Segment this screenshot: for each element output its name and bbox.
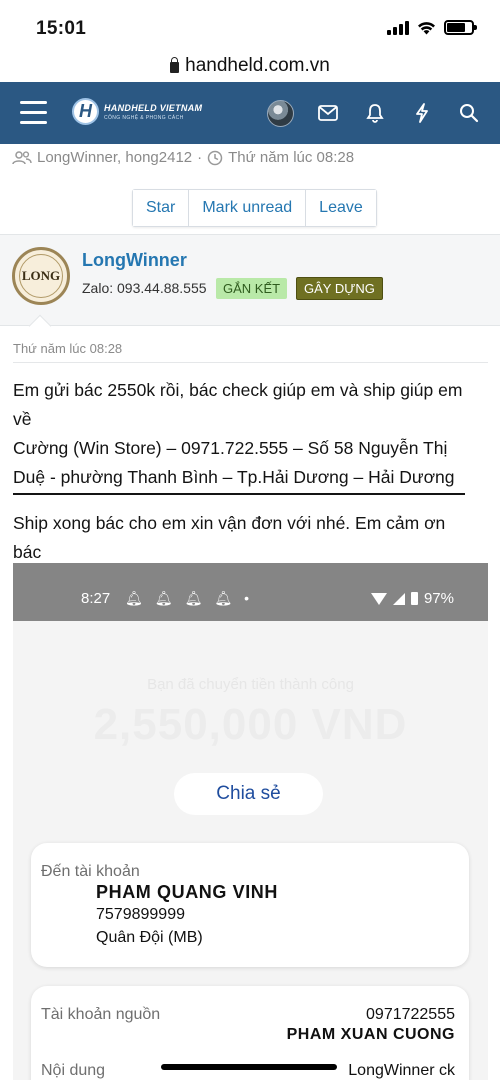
lock-icon [170, 57, 180, 73]
participants[interactable]: LongWinner, hong2412 [37, 149, 192, 166]
notification-icons: 🔔︎ 🔔︎ 🔔︎ 🔔︎ • [125, 590, 249, 607]
transfer-success-text: Bạn đã chuyển tiền thành công [147, 676, 354, 693]
bell-icon: 🔔︎ [184, 590, 203, 606]
avatar [266, 99, 294, 127]
embedded-status-icons: 97% [370, 590, 454, 607]
avatar-logo-text: LONG [21, 268, 61, 283]
users-icon [12, 150, 32, 164]
wifi-icon [418, 21, 435, 34]
message-user-info: LONG LongWinner Zalo: 093.44.88.555 GẮN … [0, 234, 500, 326]
clock-icon [207, 150, 223, 165]
account-avatar[interactable] [257, 82, 303, 144]
message-line: Duệ - phường Thanh Bình – Tp.Hải Dương –… [13, 467, 455, 487]
conversation-header: LongWinner, hong2412 · Thứ năm lúc 08:28… [0, 144, 500, 234]
site-logo[interactable]: H HANDHELD VIETNAM CÔNG NGHỆ & PHONG CÁC… [72, 98, 202, 125]
bell-icon[interactable] [352, 82, 398, 144]
bolt-icon[interactable] [399, 82, 445, 144]
horizontal-rule [13, 493, 465, 495]
signal-icon [392, 592, 405, 605]
bell-icon: 🔔︎ [125, 590, 143, 606]
logo-title: HANDHELD VIETNAM [104, 102, 203, 113]
message-line: Cường (Win Store) – 0971.722.555 – Số 58… [13, 438, 448, 458]
user-avatar[interactable]: LONG [12, 247, 70, 305]
message-date[interactable]: Thứ năm lúc 08:28 [13, 341, 122, 356]
from-account-label: Tài khoản nguồn [41, 1006, 161, 1023]
message-body-2: Ship xong bác cho em xin vận đơn với nhé… [13, 509, 493, 567]
embedded-battery: 97% [423, 590, 454, 607]
embedded-time: 8:27 [81, 590, 111, 607]
divider [13, 362, 488, 363]
user-title: Zalo: 093.44.88.555 [82, 280, 207, 296]
message-body: Em gửi bác 2550k rồi, bác check giúp em … [13, 376, 493, 492]
battery-icon [444, 20, 477, 35]
mark-unread-button[interactable]: Mark unread [188, 190, 306, 226]
to-account-label: Đến tài khoản [41, 863, 140, 880]
meta-separator: · [197, 149, 203, 166]
bell-icon: 🔔︎ [154, 590, 173, 606]
menu-icon[interactable] [20, 101, 47, 124]
content-value: LongWinner ck [348, 1062, 455, 1079]
recipient-account: 7579899999 [96, 906, 185, 923]
conversation-meta: LongWinner, hong2412 · Thứ năm lúc 08:28 [12, 149, 354, 166]
conversation-actions: Star Mark unread Leave [132, 189, 377, 227]
wifi-icon [370, 592, 387, 605]
status-icons [387, 20, 477, 35]
star-button[interactable]: Star [133, 190, 189, 226]
source-account-name: PHAM XUAN CUONG [286, 1026, 455, 1043]
embedded-status-bar: 8:27 🔔︎ 🔔︎ 🔔︎ 🔔︎ • 97% [13, 563, 488, 621]
mail-icon[interactable] [305, 82, 351, 144]
user-badge-gan-ket: GẮN KẾT [216, 278, 288, 299]
recipient-name: PHAM QUANG VINH [96, 882, 279, 902]
conversation-time: Thứ năm lúc 08:28 [228, 149, 355, 166]
status-time: 15:01 [36, 18, 87, 39]
message-line: Ship xong bác cho em xin vận đơn với nhé… [13, 513, 446, 533]
username-link[interactable]: LongWinner [82, 250, 187, 271]
dot-icon: • [244, 590, 250, 606]
logo-subtitle: CÔNG NGHỆ & PHONG CÁCH [104, 114, 184, 121]
source-account-number: 0971722555 [366, 1006, 455, 1023]
share-button[interactable]: Chia sẻ [174, 773, 323, 815]
user-badge-gay-dung: GÂY DỰNG [296, 277, 383, 300]
recipient-bank: Quân Đội (MB) [96, 929, 203, 946]
transfer-amount: 2,550,000 VND [93, 700, 408, 749]
leave-button[interactable]: Leave [305, 190, 376, 226]
site-navbar: H HANDHELD VIETNAM CÔNG NGHỆ & PHONG CÁC… [0, 82, 500, 144]
address-bar[interactable]: handheld.com.vn [0, 50, 500, 82]
message-line: về [13, 409, 32, 429]
cellular-signal-icon [387, 20, 409, 35]
url-text: handheld.com.vn [185, 55, 330, 76]
content-label: Nội dung [41, 1062, 106, 1079]
ios-status-bar: 15:01 [0, 0, 500, 50]
destination-account-card: Đến tài khoản PHAM QUANG VINH 7579899999… [31, 843, 469, 967]
logo-mark: H [72, 98, 99, 125]
search-icon[interactable] [446, 82, 492, 144]
bell-icon: 🔔︎ [214, 590, 233, 606]
attached-screenshot[interactable]: 8:27 🔔︎ 🔔︎ 🔔︎ 🔔︎ • 97% Bạn đã chuyển tiề… [13, 563, 488, 1080]
home-indicator[interactable] [161, 1064, 337, 1070]
message-line: Em gửi bác 2550k rồi, bác check giúp em … [13, 380, 463, 400]
battery-icon [410, 592, 418, 605]
